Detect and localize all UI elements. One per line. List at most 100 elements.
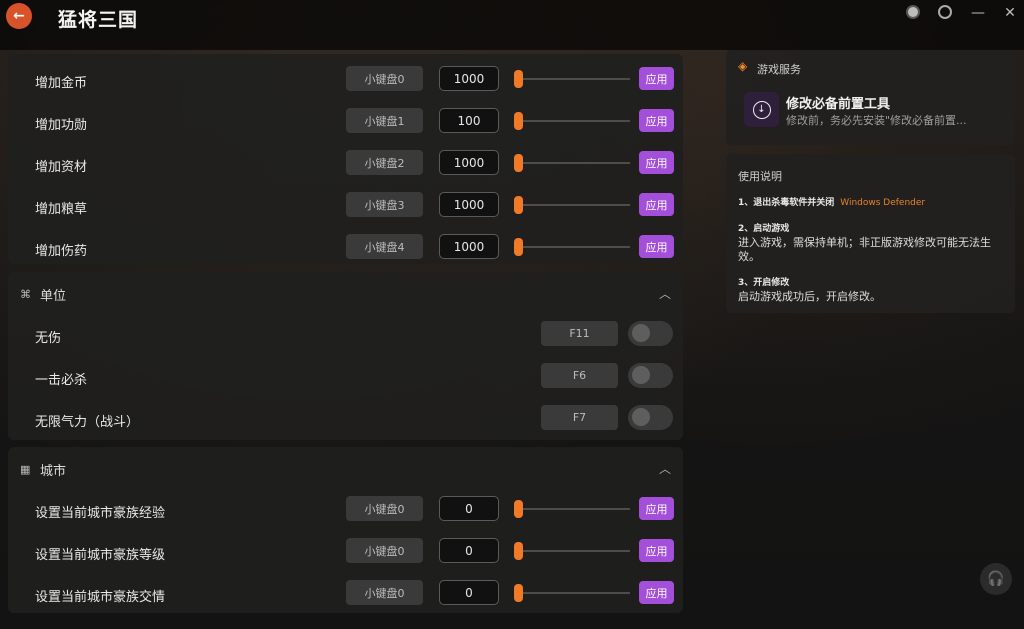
slider-track[interactable] [516,592,630,594]
slider-thumb[interactable] [514,584,523,602]
hotkey-button[interactable]: F6 [541,363,618,388]
settings-button[interactable] [938,5,954,21]
hotkey-button[interactable]: 小键盘3 [346,192,423,217]
step-title: 3、开启修改 [738,278,790,288]
instruction-step-2: 2、启动游戏 进入游戏，需保持单机；非正版游戏修改可能无法生效。 [738,222,1008,264]
city-row: 设置当前城市豪族等级 小键盘0 应用 [8,532,683,574]
step-title: 1、退出杀毒软件并关闭 [738,198,835,208]
window-controls: — ✕ [906,5,1018,21]
tool-description: 修改前，务必先安装"修改必备前置... [786,114,967,127]
city-row: 设置当前城市豪族交情 小键盘0 应用 [8,574,683,616]
minimize-icon: — [971,5,985,21]
tool-download-button[interactable]: ↓ [744,92,779,127]
slider-thumb[interactable] [514,238,523,256]
unit-panel: ⌘ 单位 ︿ 无伤 F11 一击必杀 F6 无限气力（战斗） F7 [8,272,683,440]
value-input[interactable] [439,580,499,605]
apply-button[interactable]: 应用 [639,67,674,90]
resource-row: 增加粮草 小键盘3 应用 [8,186,683,228]
slider-track[interactable] [516,78,630,80]
back-arrow-icon: ← [13,8,25,24]
apply-button[interactable]: 应用 [639,581,674,604]
row-label: 无限气力（战斗） [35,415,140,430]
apply-button[interactable]: 应用 [639,193,674,216]
toggle-switch[interactable] [628,363,673,388]
tool-name[interactable]: 修改必备前置工具 [786,93,890,112]
city-icon: ▦ [20,462,31,476]
step-title: 2、启动游戏 [738,224,790,234]
unit-section-header[interactable]: ⌘ 单位 ︿ [8,272,683,316]
slider-track[interactable] [516,246,630,248]
row-label: 增加资材 [35,160,88,175]
card-title: 游戏服务 [757,63,801,76]
section-title: 城市 [40,463,67,479]
value-input[interactable] [439,538,499,563]
card-title: 使用说明 [738,170,782,183]
unit-row: 一击必杀 F6 [8,357,683,399]
apply-button[interactable]: 应用 [639,151,674,174]
user-icon [906,5,920,19]
chevron-up-icon[interactable]: ︿ [659,285,671,302]
step-body: 启动游戏成功后，开启修改。 [738,290,881,303]
value-input[interactable] [439,496,499,521]
slider-thumb[interactable] [514,112,523,130]
hotkey-button[interactable]: F11 [541,321,618,346]
slider-track[interactable] [516,550,630,552]
hotkey-button[interactable]: 小键盘2 [346,150,423,175]
slider-thumb[interactable] [514,500,523,518]
download-icon: ↓ [752,100,771,119]
row-label: 设置当前城市豪族等级 [35,548,166,563]
hotkey-button[interactable]: 小键盘0 [346,66,423,91]
slider-thumb[interactable] [514,154,523,172]
hotkey-button[interactable]: 小键盘0 [346,580,423,605]
row-label: 设置当前城市豪族交情 [35,590,166,605]
row-label: 增加粮草 [35,202,88,217]
slider-thumb[interactable] [514,70,523,88]
minimize-button[interactable]: — [970,5,986,21]
title-bar: ← 猛将三国 — ✕ [0,0,1024,50]
slider-track[interactable] [516,120,630,122]
resource-row: 增加伤药 小键盘4 应用 [8,228,683,270]
slider-thumb[interactable] [514,196,523,214]
value-input[interactable] [439,66,499,91]
apply-button[interactable]: 应用 [639,235,674,258]
unit-row: 无伤 F11 [8,315,683,357]
slider-track[interactable] [516,204,630,206]
city-panel: ▦ 城市 ︿ 设置当前城市豪族经验 小键盘0 应用 设置当前城市豪族等级 小键盘… [8,447,683,613]
instructions-card: 使用说明 1、退出杀毒软件并关闭 Windows Defender 2、启动游戏 … [726,154,1015,313]
chevron-up-icon[interactable]: ︿ [659,460,671,477]
apply-button[interactable]: 应用 [639,109,674,132]
apply-button[interactable]: 应用 [639,539,674,562]
row-label: 无伤 [35,331,62,346]
resource-row: 增加功勋 小键盘1 应用 [8,102,683,144]
value-input[interactable] [439,234,499,259]
unit-row: 无限气力（战斗） F7 [8,399,683,441]
section-title: 单位 [40,288,67,304]
toggle-switch[interactable] [628,321,673,346]
support-button[interactable]: 🎧 [980,563,1012,595]
instruction-step-3: 3、开启修改 启动游戏成功后，开启修改。 [738,276,1008,304]
slider-thumb[interactable] [514,542,523,560]
value-input[interactable] [439,150,499,175]
value-input[interactable] [439,192,499,217]
step-highlight: Windows Defender [840,198,926,208]
city-section-header[interactable]: ▦ 城市 ︿ [8,447,683,491]
hotkey-button[interactable]: 小键盘0 [346,496,423,521]
hotkey-button[interactable]: F7 [541,405,618,430]
app-title: 猛将三国 [58,9,139,31]
settings-icon [938,5,952,19]
close-button[interactable]: ✕ [1002,5,1018,21]
apply-button[interactable]: 应用 [639,497,674,520]
value-input[interactable] [439,108,499,133]
hotkey-button[interactable]: 小键盘4 [346,234,423,259]
back-button[interactable]: ← [6,3,32,29]
toggle-switch[interactable] [628,405,673,430]
headset-icon: 🎧 [987,571,1005,587]
user-button[interactable] [906,5,922,21]
resource-row: 增加金币 小键盘0 应用 [8,60,683,102]
slider-track[interactable] [516,162,630,164]
row-label: 增加伤药 [35,244,88,259]
step-body: 进入游戏，需保持单机；非正版游戏修改可能无法生效。 [738,236,991,263]
slider-track[interactable] [516,508,630,510]
hotkey-button[interactable]: 小键盘1 [346,108,423,133]
hotkey-button[interactable]: 小键盘0 [346,538,423,563]
